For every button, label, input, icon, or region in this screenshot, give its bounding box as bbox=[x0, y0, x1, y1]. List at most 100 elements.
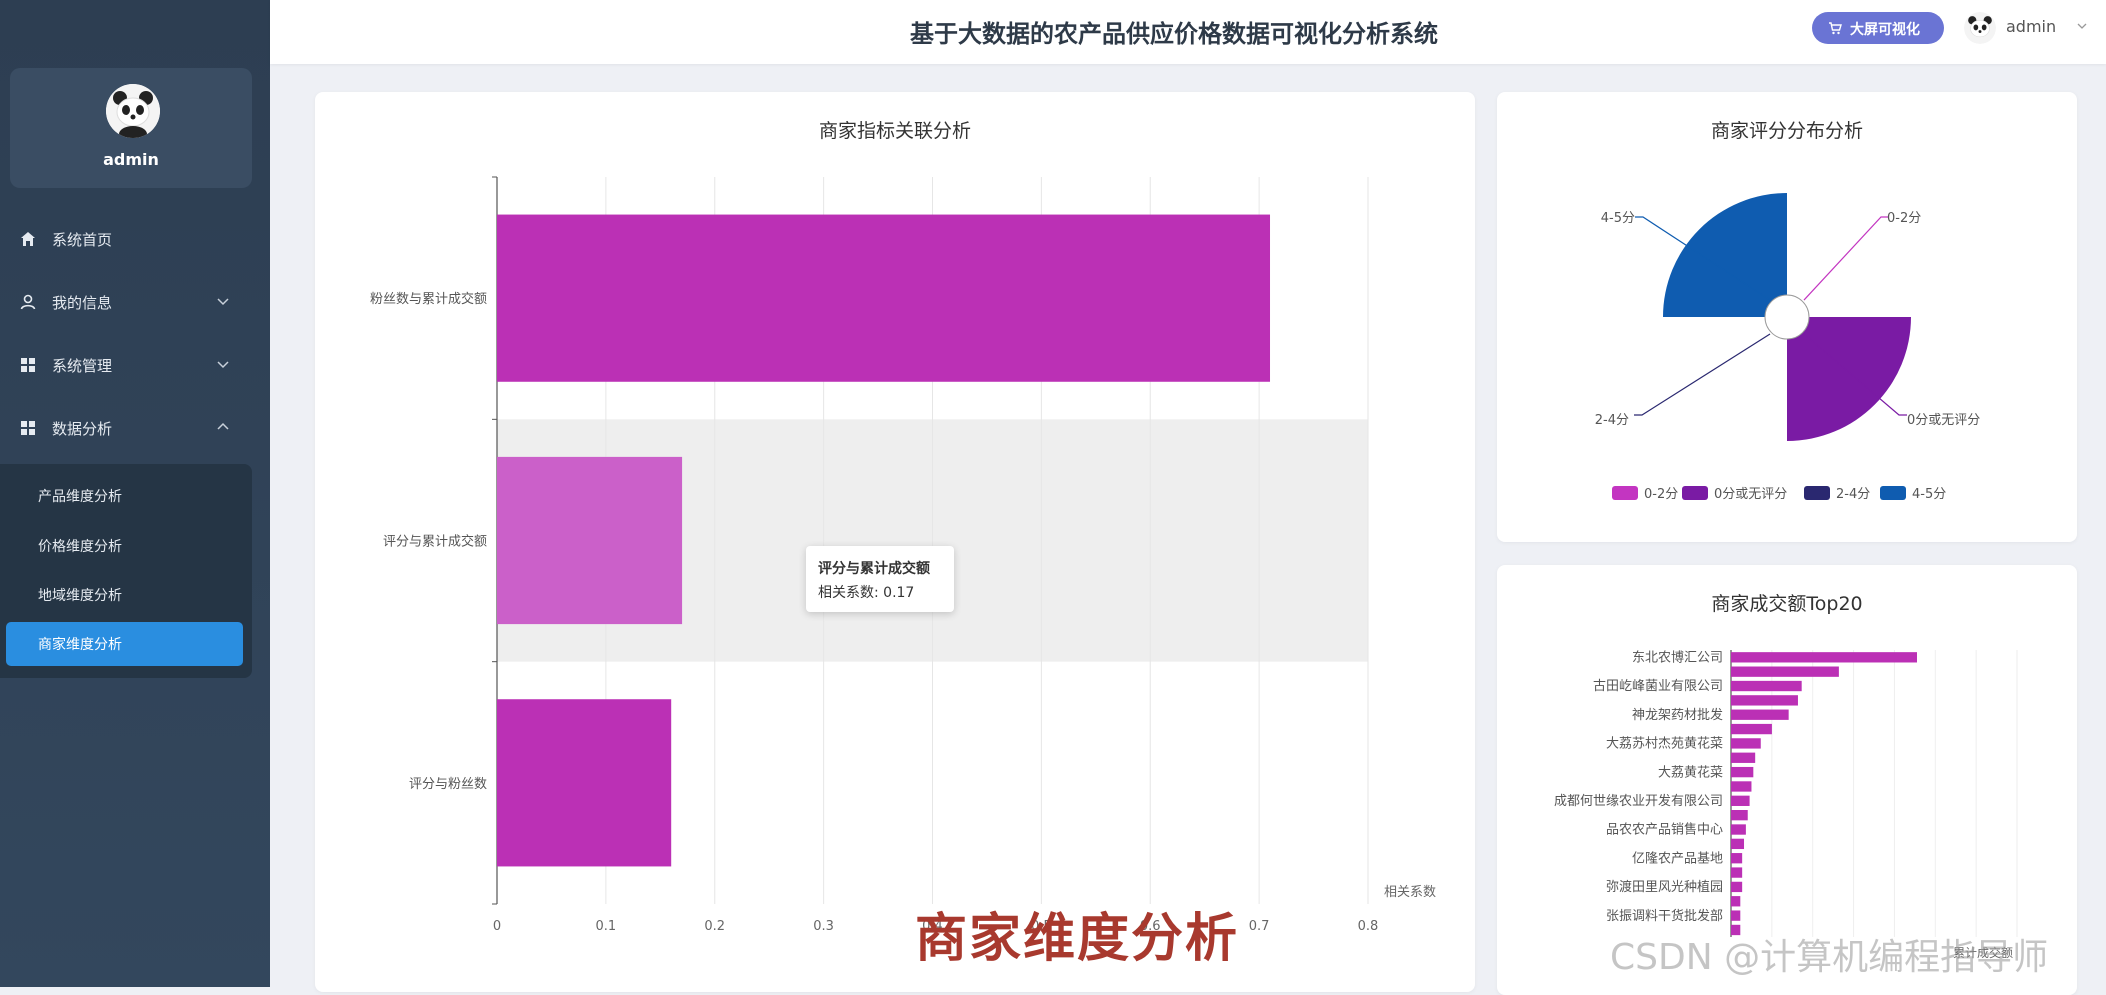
grid-icon bbox=[21, 358, 35, 372]
legend-swatch bbox=[1682, 486, 1708, 500]
profile-card: admin bbox=[10, 68, 252, 188]
slice-label: 0分或无评分 bbox=[1907, 413, 1980, 428]
x-axis-label: 相关系数 bbox=[1384, 885, 1436, 900]
cart-icon bbox=[1829, 22, 1842, 35]
user-icon bbox=[20, 294, 36, 310]
sidebar-item-label: 我的信息 bbox=[52, 294, 113, 312]
merchant-bar bbox=[1731, 695, 1798, 706]
slice-label: 2-4分 bbox=[1595, 413, 1629, 428]
x-tick-label: 0 bbox=[493, 919, 501, 934]
merchant-bar bbox=[1731, 680, 1802, 692]
merchant-bar bbox=[1731, 867, 1743, 878]
y-category-label: 评分与累计成交额 bbox=[383, 534, 487, 550]
correlation-bar bbox=[497, 214, 1271, 382]
x-tick-label: 0.2 bbox=[704, 919, 725, 934]
submenu-item-label: 地域维度分析 bbox=[38, 588, 122, 604]
merchant-label: 成都何世缘农业开发有限公司 bbox=[1554, 793, 1723, 809]
legend-swatch bbox=[1612, 486, 1638, 500]
user-avatar[interactable] bbox=[1964, 12, 1996, 44]
sidebar-item-label: 数据分析 bbox=[52, 420, 113, 438]
x-tick-label: 0.8 bbox=[1358, 919, 1379, 934]
merchant-bar bbox=[1731, 838, 1745, 850]
chevron-down-icon bbox=[217, 298, 229, 306]
submenu-item-merchant[interactable]: 商家维度分析 bbox=[6, 622, 243, 666]
tooltip-title: 评分与累计成交额 bbox=[818, 561, 930, 577]
rating-rose-chart: 0-2分 0分或无评分 2-4分 4-5分 0-2分 0分或无评分 2-4分 4-5分 bbox=[1595, 193, 1980, 502]
merchant-bar bbox=[1731, 652, 1917, 663]
legend-label: 4-5分 bbox=[1912, 487, 1946, 502]
label-leader-line bbox=[1803, 216, 1889, 301]
submenu-item-label: 产品维度分析 bbox=[38, 489, 122, 505]
correlation-card: 商家指标关联分析 0 0.1 0.2 0.3 0.4 0.5 0.6 0.7 0.8 粉丝数与累计… bbox=[315, 92, 1475, 992]
legend-swatch bbox=[1880, 486, 1906, 500]
chevron-down-icon[interactable] bbox=[2076, 20, 2088, 32]
merchant-bar bbox=[1731, 881, 1743, 893]
panda-avatar[interactable] bbox=[106, 84, 160, 138]
slice-label: 4-5分 bbox=[1601, 211, 1635, 226]
merchant-bar bbox=[1731, 824, 1746, 835]
legend-label: 0分或无评分 bbox=[1714, 487, 1787, 502]
sidebar-item-system-management[interactable]: 系统管理 bbox=[0, 341, 270, 389]
sidebar-item-my-info[interactable]: 我的信息 bbox=[0, 278, 270, 326]
app-title: 基于大数据的农产品供应价格数据可视化分析系统 bbox=[910, 20, 1438, 48]
submenu-item-label: 商家维度分析 bbox=[38, 637, 122, 653]
submenu-item-product[interactable]: 产品维度分析 bbox=[6, 474, 243, 516]
legend-label: 0-2分 bbox=[1644, 487, 1678, 502]
legend-label: 2-4分 bbox=[1836, 487, 1870, 502]
sidebar: admin 系统首页 我的信息 系统管理 数据分析 产品维度分析 价格维度分析 … bbox=[0, 0, 270, 987]
watermark-text: CSDN @计算机编程指导师 bbox=[1610, 937, 2049, 978]
x-tick-label: 0.3 bbox=[813, 919, 834, 934]
home-icon bbox=[21, 232, 35, 246]
sidebar-item-home[interactable]: 系统首页 bbox=[0, 215, 270, 263]
y-category-label: 评分与粉丝数 bbox=[409, 777, 487, 792]
tooltip-value: 相关系数: 0.17 bbox=[818, 585, 915, 601]
merchant-bar bbox=[1731, 666, 1839, 677]
submenu-item-price[interactable]: 价格维度分析 bbox=[6, 524, 243, 566]
submenu-item-label: 价格维度分析 bbox=[38, 539, 122, 555]
grid-icon bbox=[21, 421, 35, 435]
submenu-item-region[interactable]: 地域维度分析 bbox=[6, 573, 243, 615]
label-leader-line bbox=[1634, 333, 1771, 416]
chevron-down-icon bbox=[217, 361, 229, 369]
merchant-bar bbox=[1731, 810, 1748, 821]
merchant-bar bbox=[1731, 766, 1754, 778]
user-name[interactable]: admin bbox=[2006, 17, 2056, 36]
data-analysis-submenu: 产品维度分析 价格维度分析 地域维度分析 商家维度分析 bbox=[0, 464, 252, 678]
sidebar-item-label: 系统首页 bbox=[52, 231, 113, 249]
merchant-label: 品农农产品销售中心 bbox=[1606, 822, 1723, 838]
merchant-bar bbox=[1731, 781, 1752, 792]
overlay-caption: 商家维度分析 bbox=[915, 908, 1240, 969]
merchant-bar bbox=[1731, 752, 1756, 763]
merchant-label: 古田屹峰菌业有限公司 bbox=[1593, 679, 1723, 694]
bigscreen-button[interactable]: 大屏可视化 bbox=[1812, 12, 1944, 44]
merchant-label: 东北农博汇公司 bbox=[1632, 650, 1723, 665]
merchant-label: 神龙架药材批发 bbox=[1632, 707, 1723, 723]
legend-swatch bbox=[1804, 486, 1830, 500]
y-category-label: 粉丝数与累计成交额 bbox=[370, 291, 487, 307]
x-tick-label: 0.7 bbox=[1249, 919, 1270, 934]
merchant-label: 大荔苏村杰苑黄花菜 bbox=[1606, 736, 1723, 752]
profile-name: admin bbox=[103, 150, 159, 169]
bigscreen-label: 大屏可视化 bbox=[1850, 22, 1920, 38]
merchant-bar bbox=[1731, 910, 1741, 921]
sidebar-item-data-analysis[interactable]: 数据分析 bbox=[0, 404, 270, 452]
merchant-label: 大荔黄花菜 bbox=[1658, 764, 1723, 780]
merchant-bar bbox=[1731, 896, 1741, 907]
merchant-label: 亿隆农产品基地 bbox=[1632, 851, 1723, 866]
top-header: 基于大数据的农产品供应价格数据可视化分析系统 大屏可视化 admin bbox=[270, 0, 2106, 64]
merchant-bar bbox=[1731, 738, 1761, 749]
chevron-up-icon bbox=[217, 422, 229, 430]
chart-tooltip: 评分与累计成交额 相关系数: 0.17 bbox=[806, 546, 954, 612]
merchant-bar bbox=[1731, 723, 1772, 735]
slice-label: 0-2分 bbox=[1887, 211, 1921, 226]
sidebar-item-label: 系统管理 bbox=[52, 357, 113, 375]
rose-center-hole bbox=[1764, 294, 1810, 340]
merchant-bar bbox=[1731, 853, 1743, 864]
correlation-bar-chart: 0 0.1 0.2 0.3 0.4 0.5 0.6 0.7 0.8粉丝数与累计成交额评分与累计成… bbox=[370, 176, 1436, 934]
rating-distribution-card: 商家评分分布分析 0-2分 0分或无评分 2-4分 4-5分 0-2分 0分或无评分 2-4… bbox=[1497, 92, 2077, 542]
merchant-label: 张振调料干货批发部 bbox=[1606, 908, 1723, 924]
merchant-bar bbox=[1731, 795, 1750, 806]
x-tick-label: 0.1 bbox=[596, 919, 617, 934]
correlation-bar bbox=[497, 699, 672, 867]
merchant-bar bbox=[1731, 709, 1789, 720]
